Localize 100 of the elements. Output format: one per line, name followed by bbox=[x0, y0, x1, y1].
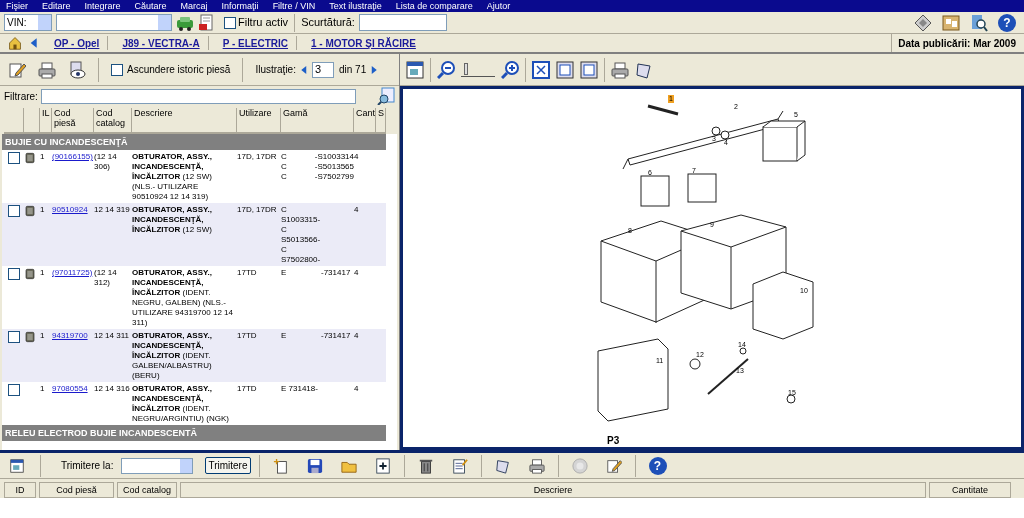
menu-item[interactable]: Editare bbox=[42, 1, 71, 11]
print-icon[interactable] bbox=[38, 60, 56, 79]
breadcrumb-link[interactable]: OP - Opel bbox=[54, 35, 100, 51]
new-document-icon[interactable] bbox=[272, 457, 289, 474]
menu-item[interactable]: Marcaj bbox=[180, 1, 208, 11]
fit-icon[interactable] bbox=[532, 60, 550, 79]
table-cell-text: C bbox=[281, 172, 288, 182]
shortcut-input[interactable] bbox=[358, 14, 447, 31]
breadcrumb-link[interactable]: J89 - VECTRA-A bbox=[122, 35, 200, 51]
edit-icon[interactable] bbox=[605, 457, 622, 474]
part-description: OBTURATOR, ASSY., INCANDESCENŢĂ, ÎNCĂLZITOR (IDENT. GALBEN/ALBASTRU) (BERU) bbox=[132, 331, 213, 381]
group-header: BUJIE CU INCANDESCENŢĂ bbox=[2, 134, 386, 150]
illustration-label: Ilustraţie: bbox=[255, 63, 296, 77]
column-header[interactable]: Cod catalog bbox=[117, 482, 177, 498]
column-header[interactable]: Utilizare bbox=[237, 108, 281, 134]
breadcrumb-link[interactable]: P - ELECTRIC bbox=[222, 35, 289, 51]
window-icon[interactable] bbox=[10, 458, 24, 473]
help-icon[interactable]: ? bbox=[998, 13, 1016, 32]
menu-item[interactable]: Integrare bbox=[84, 1, 121, 11]
send-button[interactable]: Trimitere bbox=[205, 457, 251, 474]
menu-item[interactable]: Lista de comparare bbox=[395, 1, 473, 11]
column-header[interactable]: Cod piesă bbox=[52, 108, 94, 134]
save-icon[interactable] bbox=[306, 457, 323, 474]
table-cell: S1003315- bbox=[281, 215, 321, 225]
checkbox-label: Ascundere istoric piesă bbox=[127, 63, 231, 77]
table-cell-text: 17D, 17DR bbox=[237, 205, 278, 215]
row-checkbox[interactable] bbox=[8, 384, 20, 396]
part-description: OBTURATOR, ASSY., INCANDESCENŢĂ, ÎNCĂLZITOR (IDENT. NEGRU/ARGINTIU) (NGK) bbox=[132, 384, 230, 424]
list-icon[interactable] bbox=[451, 457, 468, 474]
search-icon[interactable] bbox=[970, 13, 988, 32]
frame-icon[interactable] bbox=[556, 60, 574, 79]
preview-icon[interactable] bbox=[68, 60, 86, 79]
illustration-total: din 71 bbox=[338, 63, 367, 77]
part-number-link[interactable]: 90510924 bbox=[52, 205, 94, 215]
table-cell-text: 1 bbox=[40, 268, 46, 278]
table-cell-text: (12 14 306) bbox=[94, 152, 118, 172]
table-cell-text: 17TD bbox=[237, 268, 258, 278]
table-cell-text: 1 bbox=[40, 152, 46, 162]
zoom-in-icon[interactable] bbox=[501, 60, 519, 79]
zoom-slider[interactable] bbox=[461, 62, 495, 77]
part-number-link[interactable]: (97011725) bbox=[52, 268, 94, 278]
checkbox-label: Filtru activ bbox=[238, 15, 289, 31]
table-cell-text: 17TD bbox=[237, 331, 258, 341]
row-checkbox[interactable] bbox=[8, 331, 20, 343]
menu-item[interactable]: Căutare bbox=[134, 1, 167, 11]
diamond-icon[interactable] bbox=[914, 13, 932, 32]
column-header[interactable]: Cod piesă bbox=[39, 482, 114, 498]
column-header[interactable]: Descriere bbox=[132, 108, 237, 134]
column-header[interactable]: Cantitate bbox=[929, 482, 1011, 498]
table-cell-text: 4 bbox=[354, 268, 360, 278]
row-checkbox[interactable] bbox=[8, 152, 20, 164]
illustration-number-input[interactable]: 3 bbox=[311, 61, 334, 78]
edit-icon[interactable] bbox=[8, 60, 26, 79]
search-icon[interactable] bbox=[377, 87, 395, 105]
print-icon[interactable] bbox=[611, 60, 629, 79]
board-icon[interactable] bbox=[942, 13, 960, 32]
part-number-link[interactable]: (90166155) bbox=[52, 152, 94, 162]
hide-history-checkbox[interactable] bbox=[111, 63, 123, 76]
part-number-link[interactable]: 97080554 bbox=[52, 384, 94, 394]
filter-active-checkbox[interactable] bbox=[224, 16, 236, 29]
part-number-link[interactable]: 94319700 bbox=[52, 331, 94, 341]
print-icon[interactable] bbox=[528, 457, 545, 474]
column-header[interactable]: Gamă bbox=[281, 108, 354, 134]
group-header: RELEU ELECTROD BUJIE INCANDESCENTĂ bbox=[2, 425, 386, 441]
menu-item[interactable]: Fişier bbox=[6, 1, 28, 11]
row-checkbox[interactable] bbox=[8, 205, 20, 217]
filter-input[interactable] bbox=[40, 88, 356, 104]
help-icon[interactable]: ? bbox=[648, 456, 667, 475]
table-cell-text: 1 bbox=[40, 205, 46, 215]
table-cell-text: 4 bbox=[354, 384, 360, 394]
window-icon[interactable] bbox=[406, 60, 424, 79]
row-checkbox[interactable] bbox=[8, 268, 20, 280]
menu-item[interactable]: Text ilustraţie bbox=[329, 1, 382, 11]
breadcrumb-link[interactable]: 1 - MOTOR ŞI RĂCIRE bbox=[311, 35, 416, 51]
table-cell-text: E bbox=[281, 268, 288, 278]
column-header[interactable]: ID bbox=[4, 482, 36, 498]
document-icon[interactable] bbox=[198, 13, 216, 32]
menu-item[interactable]: Filtre / VIN bbox=[272, 1, 316, 11]
column-header[interactable]: Descriere bbox=[180, 482, 926, 498]
table-cell: S5013566- bbox=[281, 235, 321, 245]
vin-dropdown[interactable]: VIN: bbox=[4, 14, 52, 31]
menu-item[interactable]: Informaţii bbox=[221, 1, 259, 11]
column-header[interactable]: IL bbox=[40, 108, 52, 134]
menu-item[interactable]: Ajutor bbox=[486, 1, 511, 11]
table-cell-text: E bbox=[281, 331, 288, 341]
add-icon[interactable] bbox=[374, 457, 391, 474]
vin-combo-field[interactable] bbox=[56, 14, 172, 31]
zoom-out-icon[interactable] bbox=[437, 60, 455, 79]
frame-icon[interactable] bbox=[580, 60, 598, 79]
delete-icon[interactable] bbox=[417, 457, 434, 474]
send-to-label: Trimitere la: bbox=[61, 459, 114, 473]
column-header[interactable]: Cod catalog bbox=[94, 108, 132, 134]
part-description: OBTURATOR, ASSY., INCANDESCENŢĂ, ÎNCĂLZITOR (12 SW) bbox=[132, 205, 213, 235]
send-to-dropdown[interactable] bbox=[121, 457, 194, 474]
part-description: OBTURATOR, ASSY., INCANDESCENŢĂ, ÎNCĂLZITOR (IDENT. NEGRU, GALBEN) (NLS.- UTILIZARE 94319700 12 14 311) bbox=[132, 268, 234, 328]
home-icon[interactable] bbox=[8, 36, 22, 50]
back-arrow-icon[interactable] bbox=[28, 36, 40, 50]
column-header[interactable]: Cant bbox=[354, 108, 376, 134]
table-cell: -S7502799 bbox=[314, 172, 354, 182]
table-cell-text: 17D, 17DR bbox=[237, 152, 278, 162]
